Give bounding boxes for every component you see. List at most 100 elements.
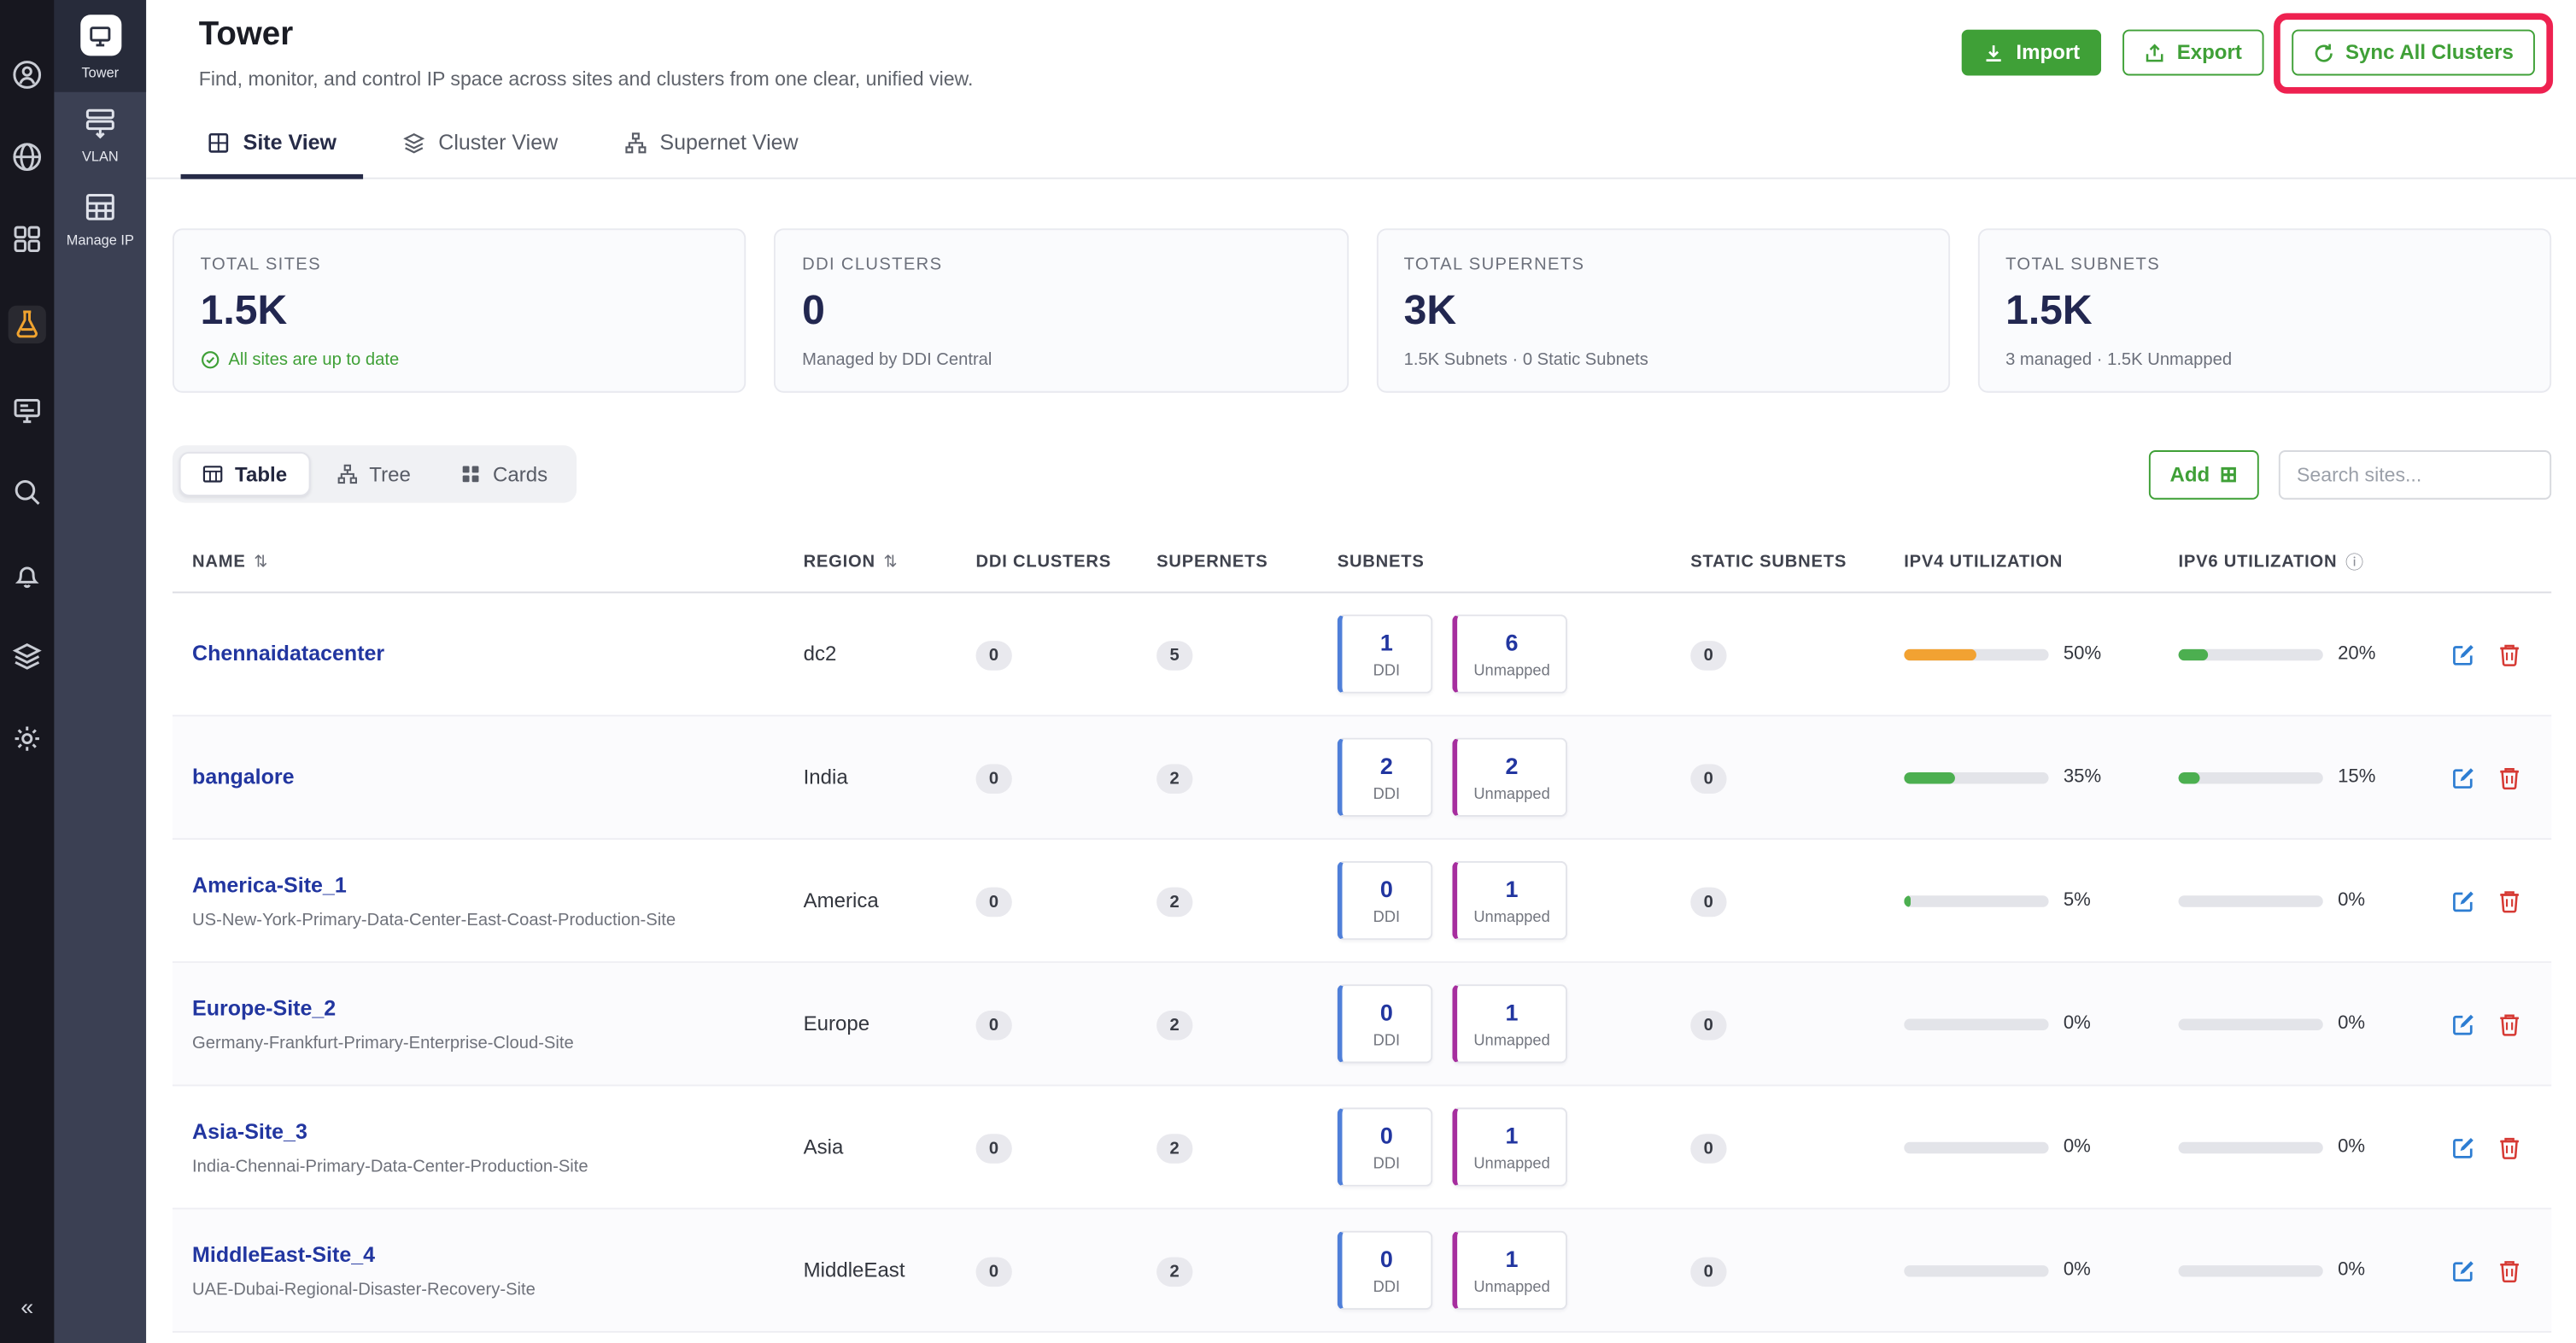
notifications-icon[interactable]	[11, 559, 43, 590]
tab-cluster-view[interactable]: Cluster View	[376, 112, 584, 179]
subnet-ddi-box[interactable]: 0 DDI	[1338, 1231, 1433, 1310]
delete-icon[interactable]	[2496, 641, 2522, 667]
edit-icon[interactable]	[2450, 641, 2476, 667]
edit-icon[interactable]	[2450, 764, 2476, 790]
delete-icon[interactable]	[2496, 888, 2522, 914]
actions-cell	[2421, 1257, 2551, 1283]
table-row: MiddleEast-Site_4 UAE-Dubai-Regional-Dis…	[173, 1210, 2551, 1333]
ipv4-progress-bar	[1904, 648, 2048, 660]
edit-icon[interactable]	[2450, 1257, 2476, 1283]
tab-site-view[interactable]: Site View	[181, 112, 363, 179]
subnet-ddi-box[interactable]: 0 DDI	[1338, 1107, 1433, 1186]
table-body: Chennaidatacenter dc2 0 5 1 DDI 6 Unmapp…	[173, 593, 2551, 1333]
sort-icon[interactable]: ⇅	[254, 553, 268, 571]
view-label: Cards	[493, 462, 547, 485]
edit-icon[interactable]	[2450, 1134, 2476, 1160]
site-name-link[interactable]: America-Site_1	[192, 872, 347, 897]
subnet-ddi-box[interactable]: 2 DDI	[1338, 738, 1433, 817]
table-header-row: NAME ⇅ REGION ⇅ DDI CLUSTERS SUPERNETS S…	[173, 539, 2551, 593]
supernets-badge: 2	[1156, 887, 1192, 917]
tree-icon	[337, 463, 358, 484]
supernets-badge: 2	[1156, 763, 1192, 793]
supernets-cell: 5	[1137, 638, 1318, 670]
sort-icon[interactable]: ⇅	[883, 553, 898, 571]
import-button[interactable]: Import	[1962, 30, 2101, 76]
audit-search-icon[interactable]	[11, 477, 43, 508]
subnet-ddi-box[interactable]: 0 DDI	[1338, 861, 1433, 940]
app-item-tower[interactable]: Tower	[54, 0, 146, 92]
subnet-unmapped-box[interactable]: 1 Unmapped	[1452, 984, 1568, 1063]
site-name-link[interactable]: Europe-Site_2	[192, 996, 336, 1021]
site-name-link[interactable]: Asia-Site_3	[192, 1119, 307, 1144]
view-table-button[interactable]: Table	[179, 452, 310, 496]
ipv6-percent: 20%	[2338, 644, 2375, 664]
delete-icon[interactable]	[2496, 1257, 2522, 1283]
subnet-ddi-box[interactable]: 0 DDI	[1338, 984, 1433, 1063]
site-name-link[interactable]: Chennaidatacenter	[192, 641, 384, 666]
stat-subtext: 3 managed · 1.5K Unmapped	[2005, 350, 2523, 370]
tab-label: Supernet View	[659, 130, 798, 155]
region-value: MiddleEast	[804, 1258, 905, 1281]
delete-icon[interactable]	[2496, 1011, 2522, 1037]
ipv6-utilization-cell: 0%	[2158, 1260, 2421, 1280]
app-item-vlan[interactable]: VLAN	[54, 92, 146, 176]
delete-icon[interactable]	[2496, 1134, 2522, 1160]
site-name-link[interactable]: MiddleEast-Site_4	[192, 1242, 375, 1267]
stat-label: TOTAL SUPERNETS	[1404, 255, 1922, 274]
subnet-unmapped-box[interactable]: 6 Unmapped	[1452, 614, 1568, 693]
globe-icon[interactable]	[11, 141, 43, 173]
apps-icon[interactable]	[11, 224, 43, 255]
site-description: UAE-Dubai-Regional-Disaster-Recovery-Sit…	[192, 1280, 783, 1299]
subnet-ddi-count: 0	[1359, 876, 1414, 902]
tab-supernet-view[interactable]: Supernet View	[597, 112, 824, 179]
collapse-sidebar-icon[interactable]: «	[20, 1294, 33, 1317]
subnet-unmapped-label: Unmapped	[1473, 1032, 1549, 1050]
site-name-link[interactable]: bangalore	[192, 764, 294, 789]
site-view-icon	[207, 131, 230, 154]
delete-icon[interactable]	[2496, 764, 2522, 790]
user-icon[interactable]	[11, 59, 43, 91]
servers-icon[interactable]	[11, 395, 43, 426]
subnet-unmapped-label: Unmapped	[1473, 909, 1549, 927]
ipv4-progress-bar	[1904, 894, 2048, 906]
subnet-ddi-count: 1	[1359, 630, 1414, 656]
settings-gear-icon[interactable]	[11, 723, 43, 754]
edit-icon[interactable]	[2450, 1011, 2476, 1037]
ipv6-utilization-cell: 0%	[2158, 1137, 2421, 1157]
view-cards-button[interactable]: Cards	[437, 452, 571, 496]
region-value: America	[804, 889, 879, 912]
region-value: Asia	[804, 1135, 844, 1158]
subnet-unmapped-box[interactable]: 1 Unmapped	[1452, 861, 1568, 940]
supernet-view-icon	[624, 131, 647, 154]
region-value: Europe	[804, 1012, 870, 1035]
subnet-unmapped-box[interactable]: 2 Unmapped	[1452, 738, 1568, 817]
export-button[interactable]: Export	[2122, 30, 2263, 76]
ipam-icon[interactable]	[9, 306, 46, 343]
stat-subtext: Managed by DDI Central	[802, 350, 1320, 370]
subnet-unmapped-count: 6	[1473, 630, 1549, 656]
sync-label: Sync All Clusters	[2345, 41, 2514, 64]
site-description: Germany-Frankfurt-Primary-Enterprise-Clo…	[192, 1034, 783, 1053]
subnet-unmapped-box[interactable]: 1 Unmapped	[1452, 1231, 1568, 1310]
view-tree-button[interactable]: Tree	[313, 452, 434, 496]
subnet-ddi-box[interactable]: 1 DDI	[1338, 614, 1433, 693]
ddi-clusters-cell: 0	[956, 885, 1137, 917]
static-subnets-cell: 0	[1671, 638, 1884, 670]
sync-all-clusters-button[interactable]: Sync All Clusters	[2292, 30, 2535, 76]
icon-rail: «	[0, 0, 54, 1343]
ipv4-utilization-cell: 50%	[1884, 644, 2158, 664]
column-header-region[interactable]: REGION ⇅	[783, 548, 956, 575]
subnet-unmapped-box[interactable]: 1 Unmapped	[1452, 1107, 1568, 1186]
ipv4-progress-bar	[1904, 1018, 2048, 1029]
edit-icon[interactable]	[2450, 888, 2476, 914]
info-icon[interactable]: ⓘ	[2345, 548, 2364, 575]
ddi-clusters-cell: 0	[956, 1255, 1137, 1287]
add-button[interactable]: Add ⊞	[2148, 449, 2258, 499]
subnets-cell: 1 DDI 6 Unmapped	[1318, 614, 1671, 693]
vlan-icon	[84, 107, 116, 139]
stat-subtext: All sites are up to date	[201, 350, 718, 370]
search-input[interactable]	[2279, 449, 2551, 499]
layers-icon[interactable]	[11, 641, 43, 672]
column-header-name[interactable]: NAME ⇅	[173, 548, 784, 575]
app-item-manage-ip[interactable]: Manage IP	[54, 176, 146, 260]
